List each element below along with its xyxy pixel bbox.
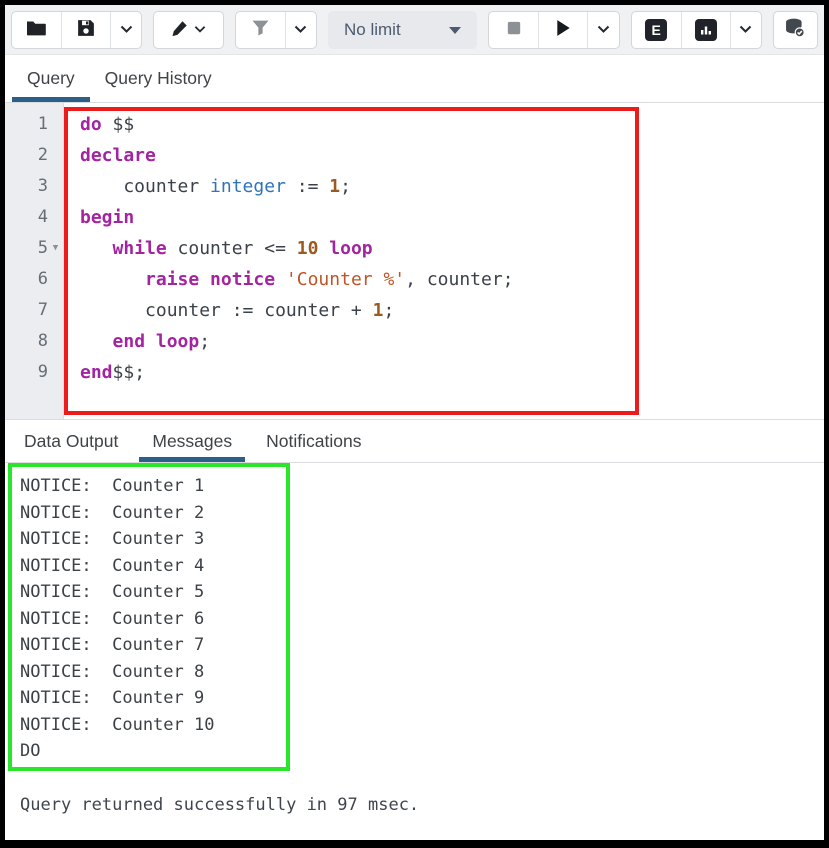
code-line[interactable]: counter integer := 1; xyxy=(80,171,824,202)
line-number: 4 xyxy=(5,202,63,233)
tab-notifications-label: Notifications xyxy=(266,431,361,452)
tab-data-output-label: Data Output xyxy=(24,431,118,452)
dropdown-arrow-icon xyxy=(449,21,461,39)
explain-options-button[interactable] xyxy=(730,12,761,48)
tab-messages-label: Messages xyxy=(152,431,232,452)
message-line: NOTICE: Counter 10 xyxy=(20,712,824,739)
connection-status-button[interactable] xyxy=(774,12,817,48)
message-line: NOTICE: Counter 8 xyxy=(20,659,824,686)
pencil-icon xyxy=(171,20,188,40)
line-number: 8 xyxy=(5,326,63,357)
code-line[interactable]: declare xyxy=(80,140,824,171)
chevron-down-icon xyxy=(597,22,610,37)
code-line[interactable]: end loop; xyxy=(80,326,824,357)
status-line: Query returned successfully in 97 msec. xyxy=(5,775,824,840)
explain-button[interactable]: E xyxy=(632,12,681,48)
line-number-gutter: 12345▼6789 xyxy=(5,103,64,419)
code-line[interactable]: counter := counter + 1; xyxy=(80,295,824,326)
explain-button-group: E xyxy=(631,11,762,49)
folder-icon xyxy=(26,20,46,39)
messages-panel: NOTICE: Counter 1NOTICE: Counter 2NOTICE… xyxy=(5,463,824,775)
cancel-query-button[interactable] xyxy=(489,12,538,48)
code-line[interactable]: end$$; xyxy=(80,357,824,388)
connection-button-group xyxy=(773,11,818,49)
line-number: 5▼ xyxy=(5,233,63,264)
file-button-group xyxy=(11,11,142,49)
message-line: NOTICE: Counter 3 xyxy=(20,526,824,553)
line-number: 2 xyxy=(5,140,63,171)
play-icon xyxy=(555,19,572,40)
edit-button-group xyxy=(153,11,224,49)
query-tab-bar: Query Query History xyxy=(5,55,824,103)
line-number: 9 xyxy=(5,357,63,388)
message-line: NOTICE: Counter 4 xyxy=(20,553,824,580)
stop-icon xyxy=(505,19,523,40)
message-line: NOTICE: Counter 2 xyxy=(20,500,824,527)
line-number: 1 xyxy=(5,109,63,140)
execute-button-group xyxy=(488,11,619,49)
execute-options-button[interactable] xyxy=(587,12,618,48)
toolbar: No limit E xyxy=(5,5,824,55)
tab-data-output[interactable]: Data Output xyxy=(11,420,131,462)
chevron-down-icon xyxy=(194,22,206,37)
output-tab-bar: Data Output Messages Notifications xyxy=(5,420,824,463)
row-limit-select[interactable]: No limit xyxy=(328,11,477,49)
chevron-down-icon xyxy=(120,22,133,37)
tab-query-label: Query xyxy=(27,68,75,89)
message-line: NOTICE: Counter 6 xyxy=(20,606,824,633)
code-line[interactable]: raise notice 'Counter %', counter; xyxy=(80,264,824,295)
code-line[interactable]: do $$ xyxy=(80,109,824,140)
bar-chart-icon xyxy=(695,19,717,41)
pgadmin-query-tool-window: No limit E xyxy=(0,0,829,848)
edit-options-button[interactable] xyxy=(154,12,223,48)
tab-notifications[interactable]: Notifications xyxy=(253,420,374,462)
execute-button[interactable] xyxy=(538,12,587,48)
row-limit-value: No limit xyxy=(344,20,401,40)
tab-messages[interactable]: Messages xyxy=(139,420,245,462)
code-line[interactable]: while counter <= 10 loop xyxy=(80,233,824,264)
line-number: 7 xyxy=(5,295,63,326)
chevron-down-icon xyxy=(294,22,307,37)
tab-query[interactable]: Query xyxy=(12,55,90,102)
message-line: NOTICE: Counter 1 xyxy=(20,473,824,500)
filter-options-button[interactable] xyxy=(285,12,316,48)
tab-query-history[interactable]: Query History xyxy=(90,55,227,102)
save-icon xyxy=(77,19,95,40)
message-line: NOTICE: Counter 9 xyxy=(20,685,824,712)
filter-button-group xyxy=(235,11,317,49)
explain-analyze-button[interactable] xyxy=(681,12,730,48)
code-line[interactable]: begin xyxy=(80,202,824,233)
save-options-button[interactable] xyxy=(110,12,141,48)
sql-editor[interactable]: 12345▼6789 do $$declare counter integer … xyxy=(5,103,824,420)
filter-button[interactable] xyxy=(236,12,285,48)
chevron-down-icon xyxy=(739,22,752,37)
filter-icon xyxy=(252,20,269,39)
save-button[interactable] xyxy=(61,12,110,48)
line-number: 3 xyxy=(5,171,63,202)
fold-marker-icon[interactable]: ▼ xyxy=(48,233,63,264)
message-line: NOTICE: Counter 5 xyxy=(20,579,824,606)
explain-icon: E xyxy=(645,19,667,41)
open-file-button[interactable] xyxy=(12,12,61,48)
line-number: 6 xyxy=(5,264,63,295)
message-line: DO xyxy=(20,738,824,765)
database-check-icon xyxy=(784,18,806,41)
tab-query-history-label: Query History xyxy=(105,68,212,89)
code-area[interactable]: do $$declare counter integer := 1;begin … xyxy=(64,103,824,419)
message-lines: NOTICE: Counter 1NOTICE: Counter 2NOTICE… xyxy=(5,463,824,765)
message-line: NOTICE: Counter 7 xyxy=(20,632,824,659)
